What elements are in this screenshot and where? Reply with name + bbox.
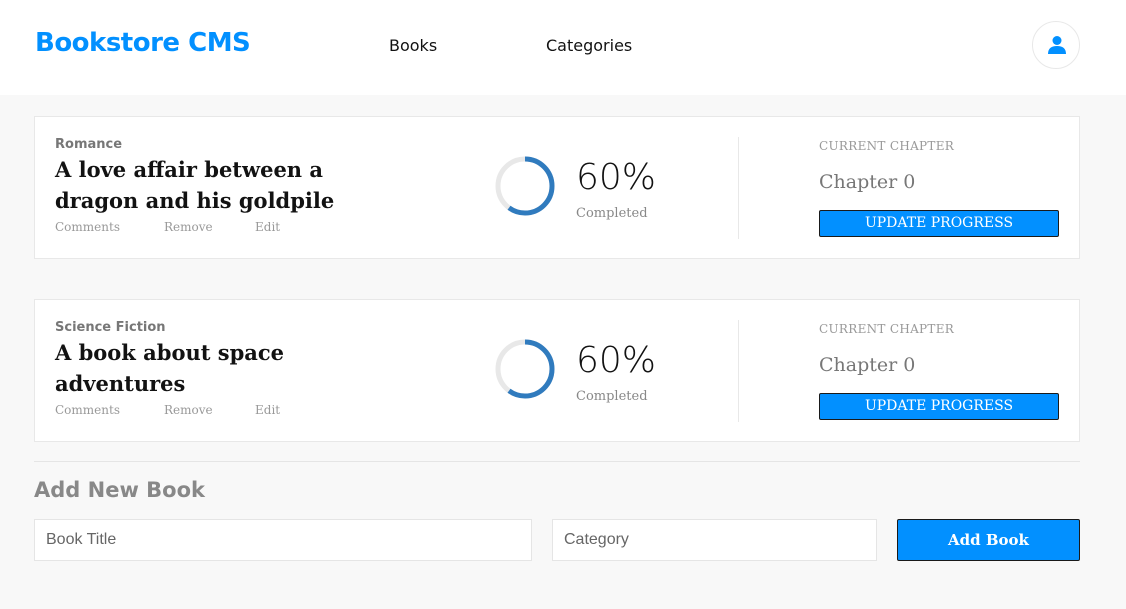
book-card: Science Fiction A book about space adven… [34,299,1080,442]
nav-categories-link[interactable]: Categories [546,36,632,55]
header: Bookstore CMS Books Categories [0,0,1126,95]
current-chapter-label: CURRENT CHAPTER [819,139,955,153]
progress-percent: 60% [576,157,657,198]
progress-ring [495,156,555,216]
book-category: Science Fiction [55,320,166,335]
section-divider [34,461,1080,462]
vertical-divider [738,320,739,422]
update-progress-button[interactable]: UPDATE PROGRESS [819,393,1059,420]
book-card: Romance A love affair between a dragon a… [34,116,1080,259]
user-icon [1048,36,1066,54]
book-title-input[interactable] [34,519,532,561]
edit-link[interactable]: Edit [255,220,280,234]
comments-link[interactable]: Comments [55,403,120,417]
current-chapter-label: CURRENT CHAPTER [819,322,955,336]
add-book-button[interactable]: Add Book [897,519,1080,561]
vertical-divider [738,137,739,239]
current-chapter: Chapter 0 [819,171,916,193]
add-book-heading: Add New Book [34,478,205,502]
current-chapter: Chapter 0 [819,354,916,376]
edit-link[interactable]: Edit [255,403,280,417]
comments-link[interactable]: Comments [55,220,120,234]
remove-link[interactable]: Remove [164,220,213,234]
book-category: Romance [55,137,123,152]
remove-link[interactable]: Remove [164,403,213,417]
book-title: A book about space adventures [55,340,285,396]
progress-ring [495,339,555,399]
user-profile-button[interactable] [1032,21,1080,69]
progress-percent: 60% [576,340,657,381]
book-title: A love affair between a dragon and his g… [55,157,335,213]
nav-books-link[interactable]: Books [389,36,437,55]
update-progress-button[interactable]: UPDATE PROGRESS [819,210,1059,237]
app-logo[interactable]: Bookstore CMS [35,28,251,58]
category-input[interactable] [552,519,877,561]
progress-completed-label: Completed [576,389,648,404]
progress-completed-label: Completed [576,206,648,221]
